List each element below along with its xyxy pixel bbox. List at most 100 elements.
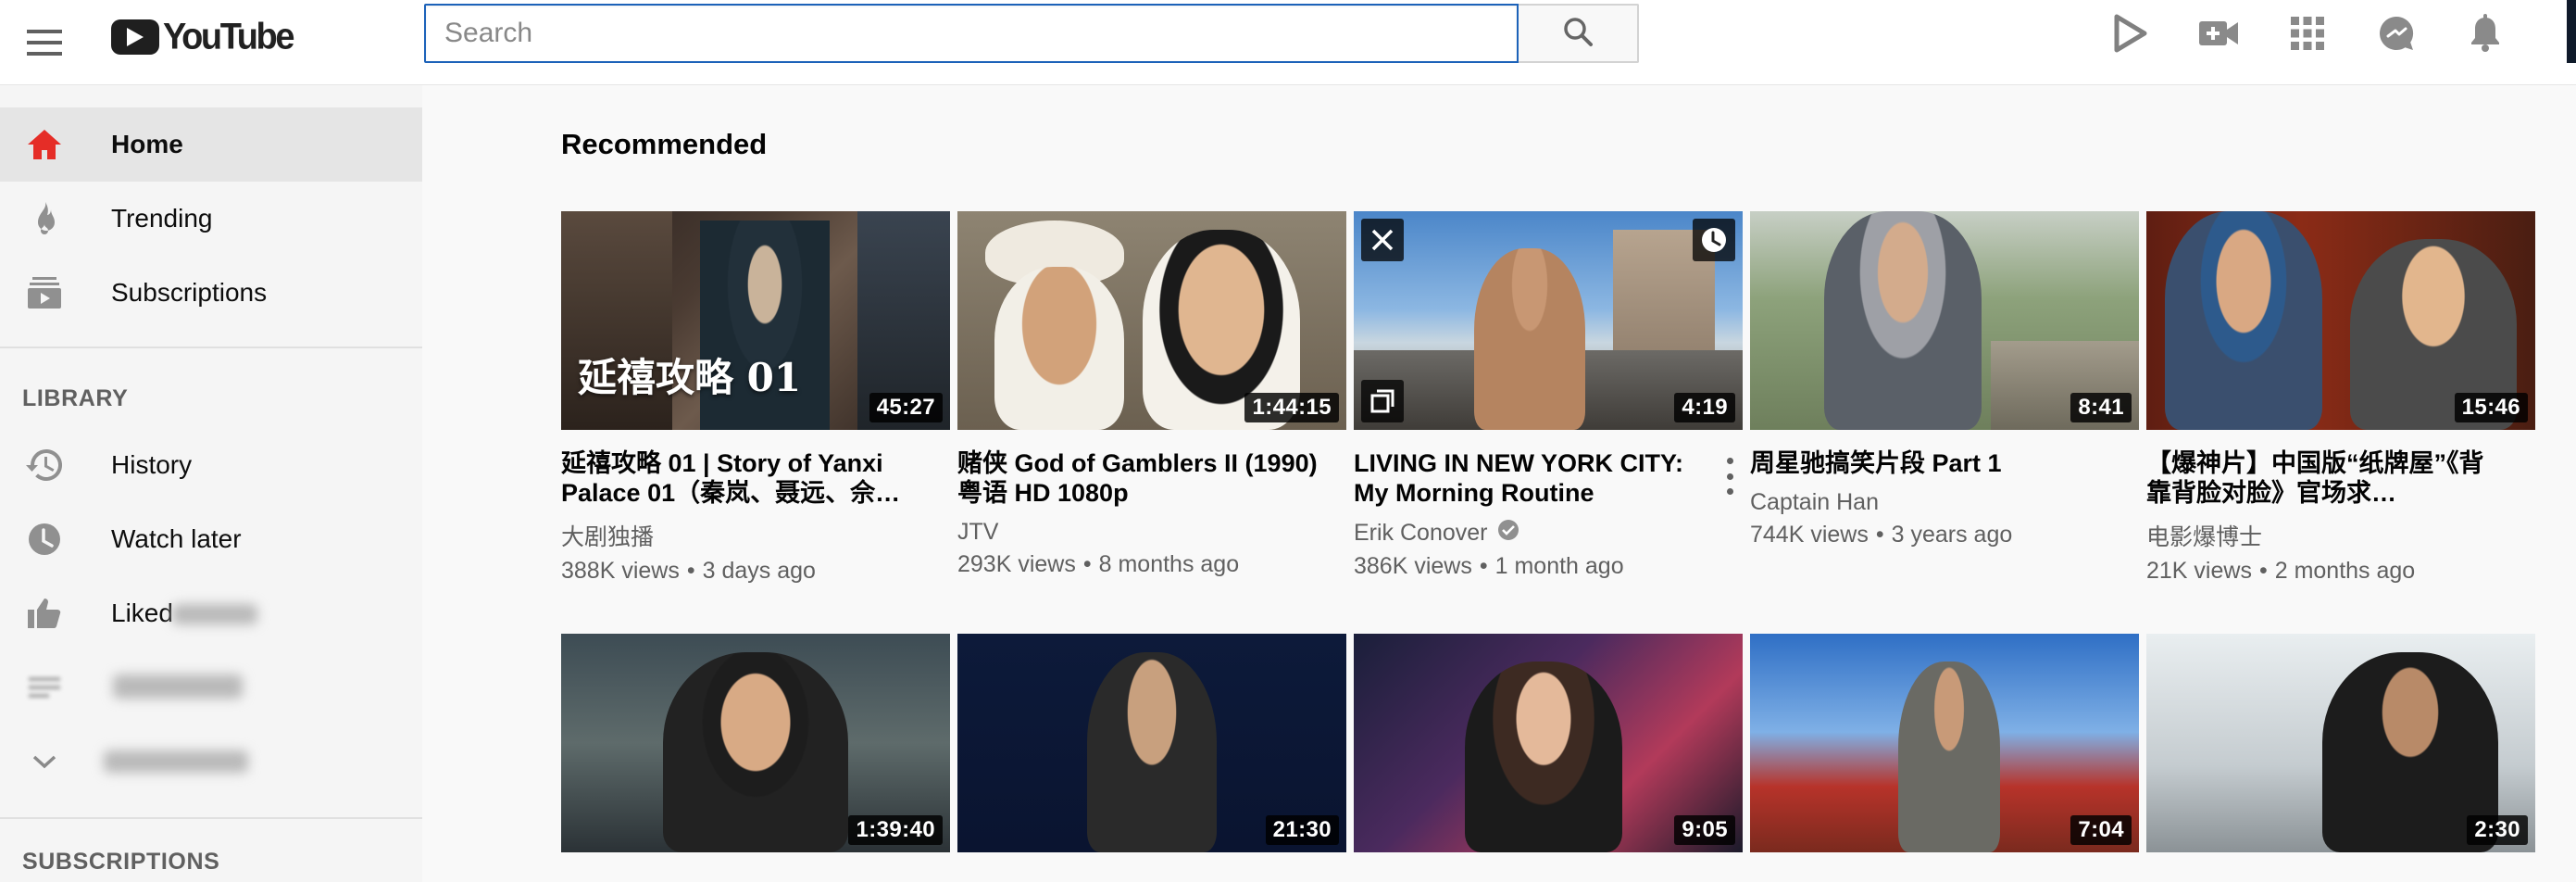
sidebar-item-playlist-redacted[interactable] [0, 650, 422, 724]
video-card[interactable]: 1:44:15 赌侠 God of Gamblers II (1990) 粤语 … [957, 211, 1346, 578]
menu-icon[interactable] [22, 20, 67, 65]
channel-name[interactable]: JTV [957, 519, 1346, 546]
more-actions-icon[interactable] [1722, 458, 1737, 495]
youtube-wordmark: YouTube [163, 16, 295, 57]
sidebar-item-show-more[interactable] [0, 724, 422, 799]
video-card[interactable]: 15:46 【爆神片】中国版“纸牌屋”《背靠背脸对脸》官场求… 电影爆博士 21… [2146, 211, 2535, 585]
apps-grid-icon[interactable] [2282, 9, 2333, 57]
video-duration: 1:44:15 [1244, 393, 1339, 422]
video-thumbnail[interactable]: 1:44:15 [957, 211, 1346, 430]
subscriptions-icon [22, 271, 67, 315]
history-icon [22, 443, 67, 487]
video-thumbnail[interactable]: 21:30 [957, 634, 1346, 852]
search-icon [1562, 16, 1594, 52]
video-card[interactable]: 2:30 [2146, 634, 2535, 852]
playlist-icon [22, 665, 67, 710]
video-card[interactable]: 1:39:40 [561, 634, 950, 852]
video-title[interactable]: LIVING IN NEW YORK CITY: My Morning Rout… [1354, 448, 1743, 508]
channel-name[interactable]: Erik Conover [1354, 519, 1743, 548]
video-duration: 15:46 [2454, 393, 2528, 422]
video-card[interactable]: 延禧攻略 01 45:27 延禧攻略 01 | Story of Yanxi P… [561, 211, 950, 585]
search-button[interactable] [1519, 4, 1639, 63]
channel-name-text: 电影爆博士 [2146, 524, 2263, 550]
home-icon [22, 122, 67, 167]
view-count: 744K views [1750, 522, 1869, 548]
video-card[interactable]: 7:04 [1750, 634, 2139, 852]
sidebar-item-watch-later[interactable]: Watch later [0, 502, 422, 576]
upload-age: 2 months ago [2274, 558, 2416, 584]
messages-icon[interactable] [2370, 9, 2422, 57]
redacted-text [113, 674, 243, 699]
video-meta: 386K views • 1 month ago [1354, 553, 1624, 579]
channel-name[interactable]: 大剧独播 [561, 519, 950, 552]
youtube-play-icon[interactable] [2104, 9, 2156, 57]
upload-age: 3 days ago [702, 558, 816, 584]
sidebar-item-label: Home [111, 130, 183, 158]
video-title[interactable]: 赌侠 God of Gamblers II (1990) 粤语 HD 1080p [957, 448, 1346, 508]
video-duration: 9:05 [1674, 815, 1735, 845]
video-card[interactable]: 21:30 [957, 634, 1346, 852]
sidebar-item-trending[interactable]: Trending [0, 182, 422, 256]
redacted-text [104, 750, 248, 773]
video-duration: 7:04 [2070, 815, 2132, 845]
channel-name-text: Erik Conover [1354, 520, 1488, 546]
sidebar-item-label: Trending [111, 204, 213, 233]
youtube-play-logo-icon [111, 19, 159, 55]
sidebar-item-label: History [111, 450, 193, 479]
channel-name[interactable]: Captain Han [1750, 489, 2139, 516]
sidebar-item-home[interactable]: Home [0, 107, 422, 182]
redacted-text [172, 604, 257, 624]
video-title[interactable]: 周星驰搞笑片段 Part 1 [1750, 448, 2139, 478]
sidebar-item-label: Subscriptions [111, 278, 268, 307]
video-meta: 744K views • 3 years ago [1750, 522, 2013, 548]
video-card[interactable]: 4:19 LIVING IN NEW YORK CITY: My Morning… [1354, 211, 1743, 580]
video-card[interactable]: 9:05 [1354, 634, 1743, 852]
video-meta: 293K views • 8 months ago [957, 551, 1240, 577]
video-title[interactable]: 【爆神片】中国版“纸牌屋”《背靠背脸对脸》官场求… [2146, 448, 2535, 508]
youtube-logo[interactable]: YouTube [111, 16, 295, 57]
video-thumbnail[interactable]: 1:39:40 [561, 634, 950, 852]
sidebar-divider [0, 346, 422, 348]
create-video-icon[interactable] [2193, 9, 2245, 57]
video-thumbnail[interactable]: 15:46 [2146, 211, 2535, 430]
sidebar-item-liked[interactable]: Liked [0, 576, 422, 650]
video-thumbnail[interactable]: 7:04 [1750, 634, 2139, 852]
sidebar-item-label: Watch later [111, 524, 242, 553]
add-to-queue-icon[interactable] [1361, 380, 1404, 422]
upload-age: 1 month ago [1494, 553, 1624, 579]
video-duration: 2:30 [2467, 815, 2528, 845]
channel-name-text: JTV [957, 519, 999, 545]
watch-later-clock-icon[interactable] [1693, 219, 1735, 261]
search-input[interactable] [424, 4, 1519, 63]
chevron-down-icon [22, 739, 67, 784]
video-duration: 21:30 [1265, 815, 1339, 845]
channel-name[interactable]: 电影爆博士 [2146, 519, 2535, 552]
upload-age: 8 months ago [1098, 551, 1240, 577]
sidebar-item-subscriptions[interactable]: Subscriptions [0, 256, 422, 330]
video-thumbnail[interactable]: 8:41 [1750, 211, 2139, 430]
watch-later-clock-icon [22, 517, 67, 561]
section-title-recommended: Recommended [561, 128, 768, 160]
sidebar-divider [0, 817, 422, 819]
sidebar-item-history[interactable]: History [0, 428, 422, 502]
window-edge [2567, 0, 2576, 63]
video-thumbnail[interactable]: 9:05 [1354, 634, 1743, 852]
notifications-bell-icon[interactable] [2459, 9, 2511, 57]
video-thumbnail[interactable]: 延禧攻略 01 45:27 [561, 211, 950, 430]
video-thumbnail[interactable]: 4:19 [1354, 211, 1743, 430]
header-actions [2104, 9, 2511, 57]
close-icon[interactable] [1361, 219, 1404, 261]
thumbnail-caption: 延禧攻略 01 [578, 355, 802, 400]
library-heading: LIBRARY [22, 385, 129, 411]
subscriptions-heading: SUBSCRIPTIONS [22, 849, 220, 875]
view-count: 386K views [1354, 553, 1472, 579]
video-thumbnail[interactable]: 2:30 [2146, 634, 2535, 852]
search-bar [424, 4, 1639, 63]
thumbs-up-icon [22, 591, 67, 636]
view-count: 293K views [957, 551, 1076, 577]
upload-age: 3 years ago [1891, 522, 2013, 548]
video-card[interactable]: 8:41 周星驰搞笑片段 Part 1 Captain Han 744K vie… [1750, 211, 2139, 548]
main-content: Recommended 延禧攻略 01 45:27 延禧攻略 01 | Stor… [422, 85, 2576, 882]
sidebar-item-label: Liked [111, 598, 173, 627]
video-title[interactable]: 延禧攻略 01 | Story of Yanxi Palace 01（秦岚、聂远… [561, 448, 950, 508]
